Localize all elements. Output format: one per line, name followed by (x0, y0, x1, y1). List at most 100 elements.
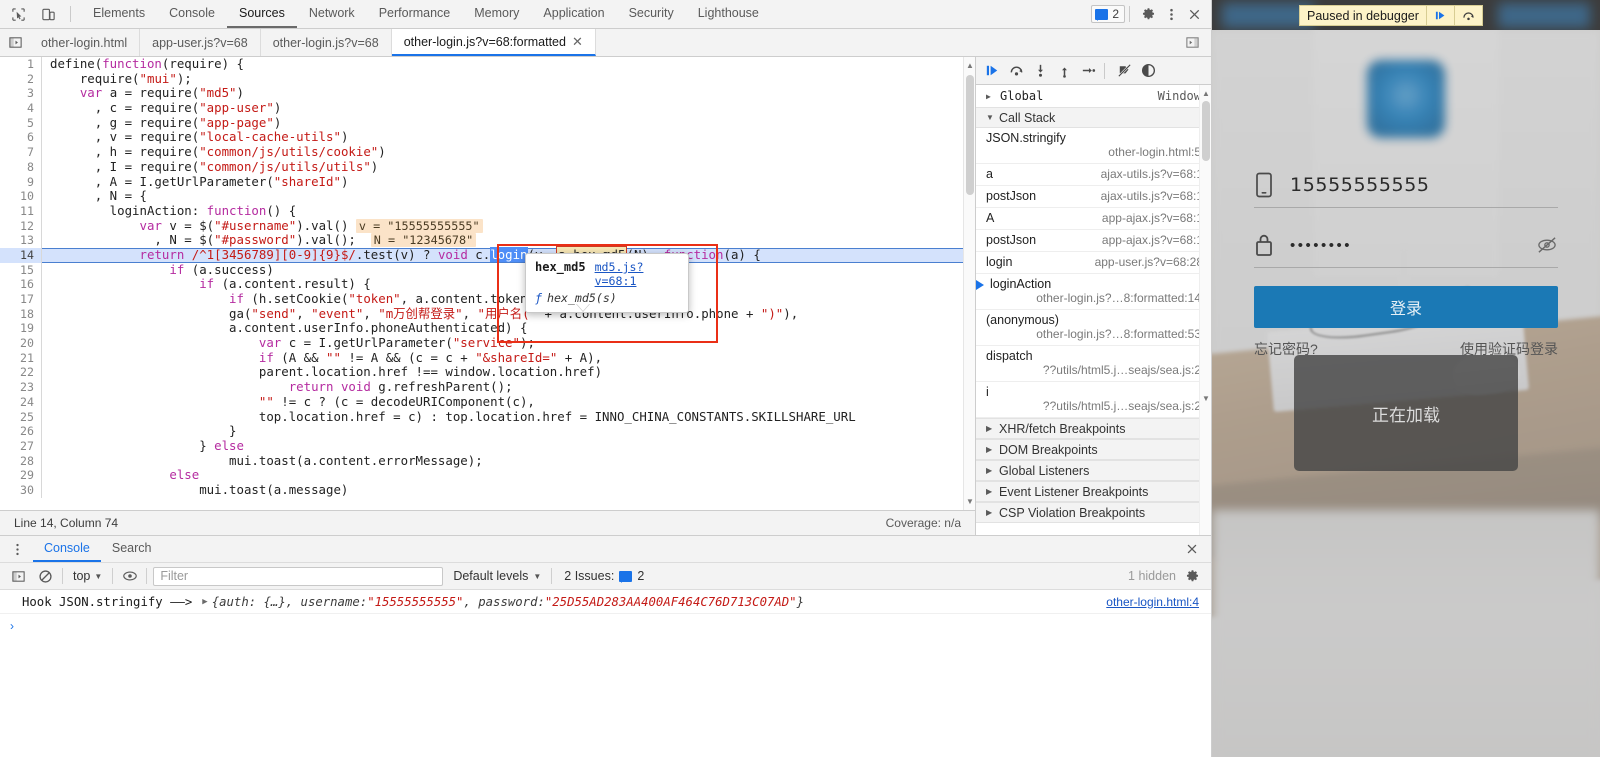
more-options-icon[interactable] (1161, 4, 1182, 25)
code-line[interactable]: 17 if (h.setCookie("token", a.content.to… (0, 291, 975, 307)
code-content[interactable]: 1 define(function(require) {2 require("mu… (0, 57, 975, 498)
source-tab-other-login-js-formatted[interactable]: other-login.js?v=68:formatted ✕ (391, 29, 596, 56)
console-filter-input[interactable] (153, 566, 444, 586)
line-number[interactable]: 13 (0, 233, 42, 248)
drawer-tab-console[interactable]: Console (33, 536, 101, 562)
line-number[interactable]: 17 (0, 292, 42, 307)
scroll-down-icon[interactable]: ▼ (1200, 392, 1211, 405)
eye-slash-icon[interactable] (1536, 236, 1558, 254)
step-over-icon[interactable] (1453, 6, 1482, 25)
pause-on-exceptions-icon[interactable] (1138, 60, 1159, 81)
device-toolbar-icon[interactable] (38, 4, 59, 25)
debugger-pane-header[interactable]: ▶ Event Listener Breakpoints (976, 481, 1211, 502)
code-line-executing[interactable]: 14 return /^1[3456789][0-9]{9}$/.test(v)… (0, 245, 975, 263)
gear-icon[interactable] (1138, 4, 1159, 25)
console-prompt-row[interactable]: › (0, 614, 1211, 638)
drawer-tab-search[interactable]: Search (101, 536, 163, 562)
tooltip-source-link[interactable]: md5.js?v=68:1 (595, 260, 679, 288)
editor-scrollbar-thumb[interactable] (966, 75, 974, 195)
debugger-scrollbar[interactable]: ▲ ▼ (1199, 85, 1211, 535)
code-line[interactable]: 2 require("mui"); (0, 71, 975, 87)
line-number[interactable]: 20 (0, 336, 42, 351)
call-stack-frame[interactable]: a ajax-utils.js?v=68:1 (976, 164, 1211, 186)
log-source-link[interactable]: other-login.html:4 (1106, 595, 1199, 609)
close-icon[interactable] (1184, 4, 1205, 25)
call-stack-frame[interactable]: login app-user.js?v=68:28 (976, 252, 1211, 274)
code-line[interactable]: 18 ga("send", "event", "m万创帮登录", "用户名(" … (0, 306, 975, 322)
tab-sources[interactable]: Sources (226, 0, 297, 28)
step-icon[interactable] (1078, 60, 1099, 81)
line-number[interactable]: 2 (0, 71, 42, 87)
scroll-down-icon[interactable]: ▼ (964, 495, 975, 508)
tab-network[interactable]: Network (297, 0, 367, 28)
line-number[interactable]: 25 (0, 409, 42, 425)
deactivate-breakpoints-icon[interactable] (1114, 60, 1135, 81)
drawer-close-icon[interactable] (1173, 536, 1211, 562)
line-number[interactable]: 9 (0, 174, 42, 190)
call-stack-frame[interactable]: Aapp-ajax.js?v=68:1 (976, 208, 1211, 230)
console-issues-badge[interactable]: 2 Issues: 2 (558, 567, 650, 585)
inspect-element-icon[interactable] (8, 4, 29, 25)
phone-field-row[interactable]: 15555555555 (1254, 166, 1558, 208)
line-number[interactable]: 11 (0, 203, 42, 219)
line-number[interactable]: 6 (0, 130, 42, 146)
line-number[interactable]: 12 (0, 218, 42, 234)
resume-script-icon[interactable] (1425, 6, 1454, 25)
password-field-row[interactable]: •••••••• (1254, 226, 1558, 268)
line-number[interactable]: 8 (0, 159, 42, 175)
log-levels-selector[interactable]: Default levels ▼ (449, 567, 545, 585)
show-navigator-icon[interactable] (0, 29, 29, 56)
tab-console[interactable]: Console (157, 0, 227, 28)
tab-performance[interactable]: Performance (367, 0, 463, 28)
call-stack-frame[interactable]: (anonymous) other-login.js?…8:formatted:5… (976, 310, 1211, 346)
code-line[interactable]: 1 define(function(require) { (0, 57, 975, 72)
live-expression-eye-icon[interactable] (119, 566, 140, 587)
tab-security[interactable]: Security (617, 0, 686, 28)
line-number[interactable]: 7 (0, 145, 42, 160)
step-out-icon[interactable] (1054, 60, 1075, 81)
console-settings-gear-icon[interactable] (1182, 566, 1203, 587)
tab-application[interactable]: Application (531, 0, 616, 28)
line-number[interactable]: 15 (0, 262, 42, 278)
source-tab-other-login-html[interactable]: other-login.html (29, 29, 141, 56)
line-number[interactable]: 23 (0, 380, 42, 395)
line-number[interactable]: 4 (0, 101, 42, 116)
drawer-more-options-icon[interactable] (0, 536, 33, 562)
code-line[interactable]: 21 if (A && "" != A && (c = c + "&shareI… (0, 350, 975, 366)
line-number[interactable]: 16 (0, 277, 42, 293)
debugger-pane-header[interactable]: ▶ CSP Violation Breakpoints (976, 502, 1211, 523)
line-number[interactable]: 29 (0, 468, 42, 483)
line-number[interactable]: 28 (0, 453, 42, 469)
debugger-scrollbar-thumb[interactable] (1202, 101, 1210, 161)
clear-console-icon[interactable] (35, 566, 56, 587)
line-number[interactable]: 18 (0, 306, 42, 322)
code-line[interactable]: 10 , N = { (0, 188, 975, 204)
debugger-pane-header[interactable]: ▶ Global Listeners (976, 460, 1211, 481)
code-line[interactable]: 27 } else (0, 438, 975, 454)
code-line[interactable]: 16 if (a.content.result) { (0, 276, 975, 293)
execution-context-selector[interactable]: top ▼ (69, 567, 106, 585)
tab-lighthouse[interactable]: Lighthouse (686, 0, 771, 28)
line-number[interactable]: 24 (0, 394, 42, 410)
code-line[interactable]: 30 mui.toast(a.message) (0, 482, 975, 498)
call-stack-frame[interactable]: i ??utils/html5.j…seajs/sea.js:2 (976, 382, 1211, 418)
line-number[interactable]: 5 (0, 115, 42, 131)
call-stack-frame[interactable]: loginAction other-login.js?…8:formatted:1… (976, 274, 1211, 310)
call-stack-pane-header[interactable]: ▼ Call Stack (976, 107, 1211, 128)
code-line[interactable]: 12 var v = $("#username").val() v = "155… (0, 218, 975, 234)
step-over-icon[interactable] (1006, 60, 1027, 81)
tab-elements[interactable]: Elements (81, 0, 157, 28)
editor-scrollbar[interactable]: ▲ ▼ (963, 57, 975, 510)
step-into-icon[interactable] (1030, 60, 1051, 81)
code-line[interactable]: 19 a.content.userInfo.phoneAuthenticated… (0, 321, 975, 337)
show-debugger-sidebar-icon[interactable] (1182, 32, 1203, 53)
code-line[interactable]: 28 mui.toast(a.content.errorMessage); (0, 453, 975, 469)
code-line[interactable]: 7 , h = require("common/js/utils/cookie"… (0, 144, 975, 160)
code-line[interactable]: 15 if (a.success) (0, 262, 975, 278)
source-tab-other-login-js[interactable]: other-login.js?v=68 (261, 29, 392, 56)
line-number[interactable]: 1 (0, 57, 42, 72)
code-line[interactable]: 5 , g = require("app-page") (0, 115, 975, 131)
login-submit-button[interactable]: 登录 (1254, 286, 1558, 328)
code-line[interactable]: 6 , v = require("local-cache-utils") (0, 130, 975, 146)
code-line[interactable]: 3 var a = require("md5") (0, 86, 975, 102)
